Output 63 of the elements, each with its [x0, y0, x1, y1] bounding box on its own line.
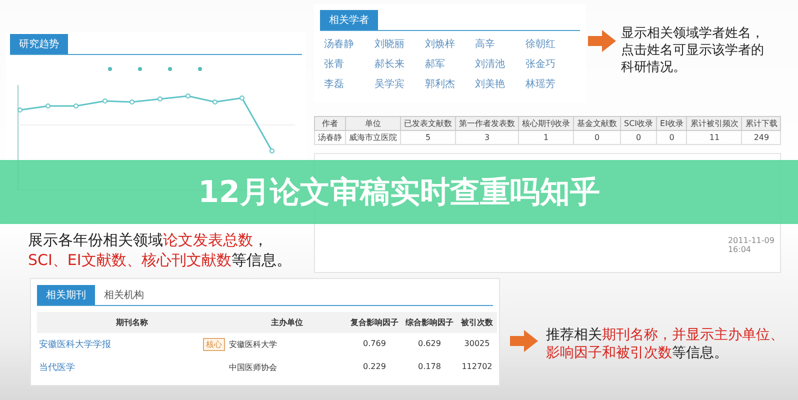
- tab[interactable]: 相关期刊: [37, 285, 95, 305]
- column-header: 核心期刊收录: [518, 116, 574, 130]
- column-header: SCI收录: [620, 116, 657, 130]
- table-cell: 威海市立医院: [346, 130, 400, 144]
- scholar-link[interactable]: 刘焕梓: [424, 37, 476, 51]
- column-header: 累计下载: [742, 116, 781, 130]
- tab[interactable]: 相关机构: [95, 285, 153, 305]
- column-header: 作者: [314, 116, 346, 130]
- core-badge: 核心: [203, 338, 225, 351]
- scholar-link[interactable]: 刘美艳: [475, 77, 526, 91]
- column-header: 已发表文献数: [400, 116, 456, 130]
- table-cell-text: 中国医师协会: [228, 362, 278, 374]
- scholar-link[interactable]: 郝长来: [374, 57, 425, 71]
- column-header: 累计被引频次: [686, 116, 742, 130]
- table-cell: 1: [518, 130, 574, 144]
- column-header: 复合影响因子: [347, 312, 402, 333]
- column-header: 主办单位: [227, 312, 347, 333]
- column-header: 被引次数: [457, 312, 497, 333]
- table-cell: 0: [620, 130, 657, 144]
- column-header: 综合影响因子: [402, 312, 457, 333]
- annotation-text: 显示相关领域学者姓名，点击姓名可显示该学者的科研情况。: [621, 26, 765, 77]
- scholar-link[interactable]: 刘清池: [475, 57, 526, 71]
- scholar-link[interactable]: 汤春静: [324, 37, 374, 51]
- banner-title: 12月论文审稿实时查重吗知乎: [198, 174, 600, 212]
- arrow-icon: [510, 330, 538, 352]
- time-text: 16:04: [728, 245, 752, 254]
- scholar-link[interactable]: 刘晓丽: [374, 37, 425, 51]
- column-header: 第一作者发表数: [456, 116, 518, 130]
- annotation-text: 推荐相关期刊名称，并显示主办单位、影响因子和被引次数等信息。: [546, 326, 785, 362]
- scholar-link[interactable]: 吴学宾: [374, 77, 425, 91]
- column-header: 单位: [346, 116, 400, 130]
- scholar-link[interactable]: 林瑶芳: [526, 77, 576, 91]
- table-cell-text: 30025: [463, 338, 491, 350]
- table-cell-text: 0.629: [417, 338, 442, 350]
- tab[interactable]: 研究趋势: [10, 34, 68, 54]
- table-cell-text: 112702: [460, 361, 494, 373]
- date-text: 2011-11-09: [728, 236, 774, 245]
- arrow-icon: [588, 30, 616, 52]
- column-header: EI收录: [656, 116, 687, 130]
- table-cell: 0: [656, 130, 687, 144]
- scholar-link[interactable]: 李磊: [324, 77, 374, 91]
- scholar-link[interactable]: 张青: [324, 57, 374, 71]
- scholar-link[interactable]: 郝军: [424, 57, 476, 71]
- table-cell-text: 0.769: [362, 338, 387, 350]
- table-cell: 249: [742, 130, 781, 144]
- tab[interactable]: 相关学者: [320, 10, 378, 30]
- table-cell: 5: [400, 130, 456, 144]
- table-cell: 3: [456, 130, 518, 144]
- table-cell-text: 0.178: [417, 361, 442, 373]
- column-header: 基金文献数: [574, 116, 620, 130]
- scholar-link[interactable]: 徐朝红: [526, 37, 576, 51]
- table-cell-text: 安徽医科大学: [228, 339, 278, 351]
- annotation-text: 展示各年份相关领域论文发表总数，SCI、EI文献数、核心刊文献数等信息。: [27, 231, 292, 270]
- column-header: 期刊名称: [37, 312, 227, 333]
- table-cell: 汤春静: [314, 130, 346, 144]
- journal-link[interactable]: 当代医学: [39, 361, 75, 374]
- table-cell: 0: [574, 130, 620, 144]
- table-cell: 11: [686, 130, 742, 144]
- scholar-link[interactable]: 张金巧: [526, 57, 576, 71]
- table-cell-text: 0.229: [362, 361, 387, 373]
- journal-link[interactable]: 安徽医科大学学报: [39, 338, 111, 351]
- scholar-link[interactable]: 郭利杰: [424, 77, 476, 91]
- scholar-link[interactable]: 高辛: [475, 37, 526, 51]
